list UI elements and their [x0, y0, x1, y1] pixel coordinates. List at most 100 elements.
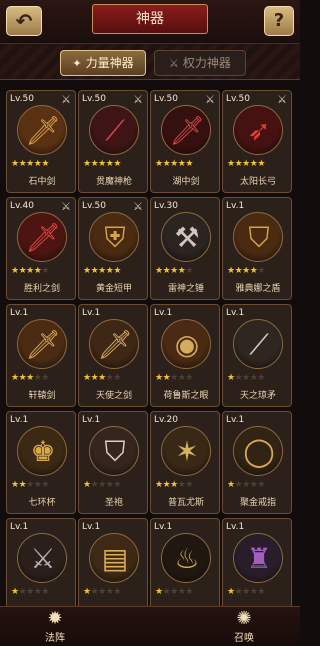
artifact-name: 胜利之剑 [23, 284, 60, 294]
crossed-swords-icon: ⚔ [133, 93, 143, 106]
star-icon: ★ [26, 266, 34, 276]
sword-icon: 🗡 [25, 114, 61, 147]
crossed-swords-icon: ⚔ [61, 200, 71, 213]
artifact-card[interactable]: Lv.50 ⚔ 🗡 ★★★★★ 湖中剑 [150, 90, 220, 193]
artifact-card[interactable]: Lv.50 ⚔ ➶ ★★★★★ 太阳长弓 [222, 90, 292, 193]
artifact-name: 湖中剑 [172, 177, 200, 187]
compass-icon: ✦ [72, 57, 82, 70]
artifact-orb: ◉ [161, 319, 211, 369]
summon-icon: ✺ [236, 608, 252, 629]
tab-power-artifacts[interactable]: ✦ 力量神器 [60, 50, 146, 76]
artifact-card[interactable]: Lv.1 🗡 ★★★★★ 天使之剑 [78, 304, 148, 407]
artifact-card[interactable]: Lv.50 ⚔ ⟋ ★★★★★ 贯魔神枪 [78, 90, 148, 193]
artifact-card[interactable]: Lv.1 ♚ ★★★★★ 七环杯 [6, 411, 76, 514]
star-icon: ★ [227, 480, 235, 490]
star-icon: ★ [113, 159, 121, 169]
artifact-card[interactable]: Lv.1 ⛉ ★★★★★ 雅典娜之盾 [222, 197, 292, 300]
star-icon: ★ [242, 266, 250, 276]
artifact-orb: ⟋ [89, 105, 139, 155]
crossed-swords-icon: ⚔ [61, 93, 71, 106]
artifact-orb: ⚔ [17, 533, 67, 583]
artifact-card[interactable]: Lv.30 ⚒ ★★★★★ 雷神之锤 [150, 197, 220, 300]
star-icon: ★ [227, 266, 235, 276]
artifact-name: 贯魔神枪 [95, 177, 132, 187]
artifact-name: 轩辕剑 [28, 391, 56, 401]
star-rating: ★★★★★ [155, 480, 193, 490]
star-rating: ★★★★★ [11, 373, 49, 383]
star-rating: ★★★★★ [155, 373, 193, 383]
tab-authority-artifacts[interactable]: ⚔ 权力神器 [154, 50, 246, 76]
artifact-name: 天使之剑 [95, 391, 132, 401]
sword-icon: 🗡 [25, 221, 61, 254]
artifact-card[interactable]: Lv.1 ⛉ ★★★★★ 圣袍 [78, 411, 148, 514]
blade-icon: ⟋ [249, 328, 269, 361]
star-icon: ★ [242, 373, 250, 383]
star-icon: ★ [11, 480, 19, 490]
star-rating: ★★★★★ [227, 480, 265, 490]
star-icon: ★ [83, 480, 91, 490]
star-rating: ★★★★★ [155, 266, 193, 276]
star-icon: ★ [41, 587, 49, 597]
artifact-name: 石中剑 [28, 177, 56, 187]
formation-button[interactable]: ✹ 法阵 [25, 609, 85, 645]
artifact-orb: ♚ [17, 426, 67, 476]
artifact-name: 雷神之锤 [167, 284, 204, 294]
star-icon: ★ [257, 480, 265, 490]
artifact-level: Lv.1 [154, 308, 173, 318]
summon-button[interactable]: ✺ 召唤 [214, 609, 274, 645]
spear-icon: ⟋ [105, 114, 125, 147]
artifact-card[interactable]: Lv.1 🗡 ★★★★★ 轩辕剑 [6, 304, 76, 407]
artifact-orb: ⛉ [233, 212, 283, 262]
artifact-card[interactable]: Lv.1 ⟋ ★★★★★ 天之琼矛 [222, 304, 292, 407]
artifact-card[interactable]: Lv.20 ✶ ★★★★★ 普瓦尤斯 [150, 411, 220, 514]
artifact-level: Lv.20 [154, 415, 178, 425]
star-rating: ★★★★★ [155, 587, 193, 597]
artifact-level: Lv.30 [154, 201, 178, 211]
artifact-orb: 🗡 [17, 212, 67, 262]
artifact-level: Lv.1 [10, 415, 29, 425]
artifact-card[interactable]: Lv.1 ◉ ★★★★★ 荷鲁斯之眼 [150, 304, 220, 407]
star-icon: ★ [11, 266, 19, 276]
star-icon: ★ [11, 587, 19, 597]
star-rating: ★★★★★ [227, 266, 265, 276]
artifact-card[interactable]: Lv.1 ◯ ★★★★★ 聚金戒指 [222, 411, 292, 514]
star-icon: ★ [185, 159, 193, 169]
help-button[interactable]: ? [264, 6, 294, 36]
star-icon: ★ [170, 159, 178, 169]
artifact-orb: ♜ [233, 533, 283, 583]
star-icon: ★ [26, 159, 34, 169]
artifact-card[interactable]: Lv.1 ⚔ ★★★★★ [6, 518, 76, 606]
star-icon: ★ [11, 373, 19, 383]
star-icon: ★ [257, 266, 265, 276]
top-bar: ↶ 神器 ? [0, 0, 300, 44]
artifact-level: Lv.1 [154, 522, 173, 532]
star-icon: ★ [113, 480, 121, 490]
artifact-orb: 🗡 [17, 105, 67, 155]
artifact-card[interactable]: Lv.50 ⚔ 🗡 ★★★★★ 石中剑 [6, 90, 76, 193]
star-icon: ★ [155, 587, 163, 597]
artifact-card[interactable]: Lv.40 ⚔ 🗡 ★★★★★ 胜利之剑 [6, 197, 76, 300]
artifact-orb: ✶ [161, 426, 211, 476]
back-button[interactable]: ↶ [6, 6, 42, 36]
star-icon: ★ [155, 373, 163, 383]
artifact-card[interactable]: Lv.1 ▤ ★★★★★ [78, 518, 148, 606]
artifact-name: 天之琼矛 [239, 391, 276, 401]
artifact-level: Lv.1 [226, 522, 245, 532]
artifact-card[interactable]: Lv.1 ♜ ★★★★★ [222, 518, 292, 606]
star-icon: ★ [185, 373, 193, 383]
star-rating: ★★★★★ [83, 159, 121, 169]
artifact-orb: ◯ [233, 426, 283, 476]
star-rating: ★★★★★ [155, 159, 193, 169]
star-icon: ★ [113, 587, 121, 597]
artifact-card[interactable]: Lv.1 ♨ ★★★★★ [150, 518, 220, 606]
star-icon: ★ [98, 266, 106, 276]
tab-bar: ✦ 力量神器 ⚔ 权力神器 [0, 44, 300, 80]
star-icon: ★ [26, 480, 34, 490]
star-icon: ★ [98, 373, 106, 383]
star-icon: ★ [155, 266, 163, 276]
star-rating: ★★★★★ [83, 480, 121, 490]
artifact-name: 普瓦尤斯 [167, 498, 204, 508]
page-title-plate: 神器 [92, 4, 208, 34]
artifact-card[interactable]: Lv.50 ⚔ ⛨ ★★★★★ 黄金短甲 [78, 197, 148, 300]
star-rating: ★★★★★ [11, 159, 49, 169]
